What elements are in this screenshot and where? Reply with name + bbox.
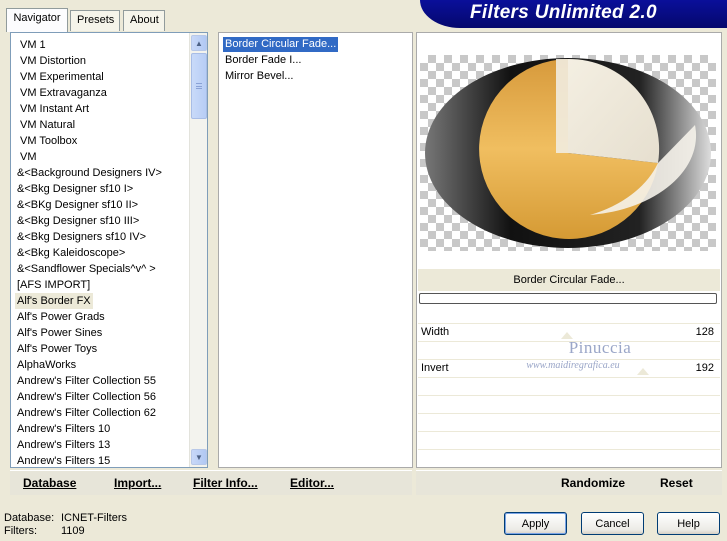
tab-about[interactable]: About xyxy=(123,10,165,31)
watermark-name: Pinuccia xyxy=(568,338,632,357)
preview-filter-name: Border Circular Fade... xyxy=(418,269,720,291)
param-row-empty[interactable] xyxy=(418,449,720,465)
list-item[interactable]: VM Toolbox xyxy=(18,133,79,149)
tab-presets[interactable]: Presets xyxy=(70,10,120,31)
param-label: Invert xyxy=(421,362,449,374)
filters-count: 1109 xyxy=(61,525,85,537)
list-item[interactable]: Andrew's Filter Collection 55 xyxy=(15,373,158,389)
cancel-button[interactable]: Cancel xyxy=(581,512,644,535)
param-value: 128 xyxy=(695,326,714,338)
app-title: Filters Unlimited 2.0 xyxy=(470,2,657,23)
filter-info-button[interactable]: Filter Info... xyxy=(193,476,258,492)
database-button[interactable]: Database xyxy=(23,476,76,492)
param-row-empty[interactable] xyxy=(418,431,720,447)
list-item[interactable]: Andrew's Filters 13 xyxy=(15,437,112,453)
list-item[interactable]: VM Experimental xyxy=(18,69,106,85)
filter-item[interactable]: Mirror Bevel... xyxy=(223,69,295,84)
param-row-empty[interactable] xyxy=(418,413,720,429)
list-item[interactable]: Alf's Power Sines xyxy=(15,325,104,341)
progress-bar xyxy=(419,293,717,304)
list-item[interactable]: VM Distortion xyxy=(18,53,88,69)
list-item[interactable]: Andrew's Filter Collection 62 xyxy=(15,405,158,421)
database-label: Database: xyxy=(4,512,55,524)
filters-label: Filters: xyxy=(4,525,37,537)
apply-button[interactable]: Apply xyxy=(504,512,567,535)
preview-panel: Border Circular Fade... Width 128 Invert… xyxy=(416,32,722,468)
list-item[interactable]: VM xyxy=(18,149,39,165)
list-item[interactable]: &<Bkg Kaleidoscope> xyxy=(15,245,127,261)
list-item[interactable]: Alf's Power Toys xyxy=(15,341,99,357)
param-value: 192 xyxy=(695,362,714,374)
list-item[interactable]: VM Instant Art xyxy=(18,101,91,117)
list-item[interactable]: VM Natural xyxy=(18,117,77,133)
list-item[interactable]: [AFS IMPORT] xyxy=(15,277,92,293)
list-item[interactable]: &<Background Designers IV> xyxy=(15,165,164,181)
list-item[interactable]: Andrew's Filters 10 xyxy=(15,421,112,437)
list-item[interactable]: Andrew's Filter Collection 56 xyxy=(15,389,158,405)
filter-item[interactable]: Border Fade I... xyxy=(223,53,303,68)
help-button[interactable]: Help xyxy=(657,512,720,535)
list-item-selected[interactable]: Alf's Border FX xyxy=(15,293,93,309)
reset-button[interactable]: Reset xyxy=(660,476,693,492)
category-scrollbar[interactable]: ▲ ▼ xyxy=(189,33,207,467)
param-row-empty[interactable] xyxy=(418,395,720,411)
list-item[interactable]: VM 1 xyxy=(18,37,48,53)
param-label: Width xyxy=(421,326,450,338)
filter-list[interactable]: Border Circular Fade... Border Fade I...… xyxy=(218,32,413,468)
watermark-url: www.maidiregrafica.eu xyxy=(526,360,620,371)
list-item[interactable]: &<Bkg Designers sf10 IV> xyxy=(15,229,148,245)
param-row-empty[interactable] xyxy=(418,377,720,393)
database-value: ICNET-Filters xyxy=(61,512,127,524)
preview-artwork xyxy=(425,58,711,248)
list-item[interactable]: Andrew's Filters 15 xyxy=(15,453,112,469)
randomize-button[interactable]: Randomize xyxy=(561,476,625,492)
list-item[interactable]: &<Bkg Designer sf10 I> xyxy=(15,181,135,197)
category-list[interactable]: VM 1 VM Distortion VM Experimental VM Ex… xyxy=(10,32,208,468)
preview-image[interactable] xyxy=(420,55,716,251)
import-button[interactable]: Import... xyxy=(114,476,161,492)
filter-item-selected[interactable]: Border Circular Fade... xyxy=(223,37,339,52)
list-item[interactable]: VM Extravaganza xyxy=(18,85,109,101)
editor-button[interactable]: Editor... xyxy=(290,476,334,492)
list-item[interactable]: &<Sandflower Specials^v^ > xyxy=(15,261,158,277)
list-item[interactable]: Alf's Power Grads xyxy=(15,309,107,325)
slider-marker[interactable] xyxy=(637,368,649,375)
list-item[interactable]: &<Bkg Designer sf10 III> xyxy=(15,213,141,229)
list-item[interactable]: AlphaWorks xyxy=(15,357,78,373)
list-item[interactable]: &<BKg Designer sf10 II> xyxy=(15,197,140,213)
scroll-thumb[interactable] xyxy=(191,53,207,119)
scroll-up-icon[interactable]: ▲ xyxy=(191,35,207,51)
tab-navigator[interactable]: Navigator xyxy=(6,8,68,32)
scroll-down-icon[interactable]: ▼ xyxy=(191,449,207,465)
